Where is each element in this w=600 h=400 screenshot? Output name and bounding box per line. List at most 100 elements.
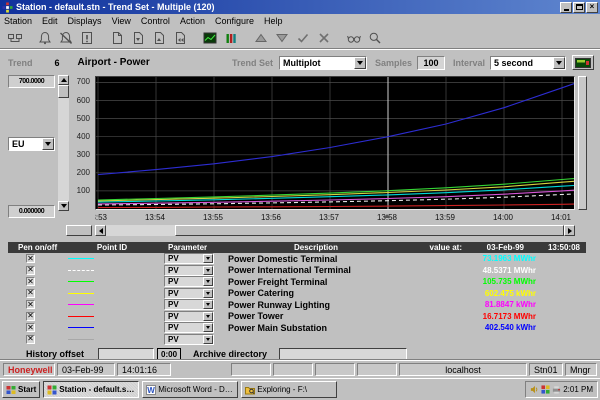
parameter-select[interactable]: PV <box>164 334 214 345</box>
pen-description: Power International Terminal <box>222 265 410 275</box>
y-tick-label: 200 <box>77 168 90 177</box>
cursor-marker-icon[interactable] <box>384 211 390 218</box>
page-down-icon[interactable] <box>127 29 148 47</box>
status-empty-cell <box>357 363 397 376</box>
axis-min-field[interactable]: 0.000000 <box>8 205 55 218</box>
page-icon[interactable] <box>106 29 127 47</box>
menu-item-edit[interactable]: Edit <box>42 16 58 26</box>
alarm-message-icon[interactable] <box>76 29 97 47</box>
status-station: Stn01 <box>529 363 563 376</box>
status-date: 03-Feb-99 <box>57 363 115 376</box>
header-value-time: 13:50:08 <box>524 243 580 252</box>
scroll-left-button[interactable] <box>95 225 106 236</box>
trend-set-value: Multiplot <box>283 58 321 68</box>
taskbar-task-station[interactable]: Station - default.stn -... <box>43 381 139 398</box>
parameter-select[interactable]: PV <box>164 276 214 287</box>
taskbar-task-word[interactable]: WMicrosoft Word - Document1 <box>142 381 238 398</box>
raise-icon[interactable] <box>250 29 271 47</box>
pen-checkbox[interactable]: ✕ <box>26 254 35 263</box>
printer-icon[interactable] <box>552 385 561 394</box>
group-display-icon[interactable] <box>220 29 241 47</box>
chevron-down-icon[interactable] <box>354 57 366 69</box>
lower-icon[interactable] <box>271 29 292 47</box>
app-icon <box>2 2 13 13</box>
chevron-down-icon[interactable] <box>553 57 565 69</box>
chevron-down-icon[interactable] <box>203 266 213 275</box>
chevron-down-icon[interactable] <box>42 138 54 150</box>
station-tray-icon[interactable] <box>541 385 550 394</box>
trend-set-select[interactable]: Multiplot <box>279 56 367 70</box>
menu-item-help[interactable]: Help <box>264 16 283 26</box>
pen-color-sample <box>68 339 94 340</box>
pen-checkbox[interactable]: ✕ <box>26 266 35 275</box>
minimize-button[interactable] <box>560 2 572 13</box>
trend-plot[interactable] <box>95 76 575 210</box>
pen-description: Power Domestic Terminal <box>222 254 410 264</box>
status-time: 14:01:16 <box>117 363 171 376</box>
chevron-down-icon[interactable] <box>203 277 213 286</box>
interval-select[interactable]: 5 second <box>490 56 566 70</box>
alarm-icon[interactable] <box>34 29 55 47</box>
close-button[interactable]: × <box>586 2 598 13</box>
volume-icon[interactable] <box>530 385 539 394</box>
pen-checkbox[interactable]: ✕ <box>26 277 35 286</box>
menu-item-action[interactable]: Action <box>180 16 205 26</box>
view-glasses-icon[interactable] <box>343 29 364 47</box>
archive-directory-label: Archive directory <box>193 349 267 359</box>
scroll-corner-box <box>66 225 92 236</box>
arrow-right-icon <box>568 228 575 234</box>
pen-color-sample <box>68 293 94 294</box>
parameter-select[interactable]: PV <box>164 311 214 322</box>
taskbar-task-explorer[interactable]: Exploring - F:\ <box>241 381 337 398</box>
pen-checkbox[interactable]: ✕ <box>26 300 35 309</box>
parameter-select[interactable]: PV <box>164 288 214 299</box>
chevron-down-icon[interactable] <box>203 323 213 332</box>
parameter-select[interactable]: PV <box>164 322 214 333</box>
interval-value: 5 second <box>494 58 533 68</box>
zoom-find-icon[interactable] <box>364 29 385 47</box>
accept-icon[interactable] <box>292 29 313 47</box>
scroll-right-button[interactable] <box>564 225 575 236</box>
maximize-button[interactable] <box>573 2 585 13</box>
x-tick-label: 13:56 <box>261 213 281 222</box>
parameter-value: PV <box>168 254 179 263</box>
chevron-down-icon[interactable] <box>203 312 213 321</box>
menu-item-view[interactable]: View <box>112 16 131 26</box>
chevron-down-icon[interactable] <box>203 335 213 344</box>
start-button[interactable]: Start <box>2 381 40 398</box>
trend-display-icon[interactable] <box>199 29 220 47</box>
pen-row: ✕ PV <box>8 334 586 346</box>
parameter-select[interactable]: PV <box>164 299 214 310</box>
chevron-down-icon[interactable] <box>203 254 213 263</box>
parameter-select[interactable]: PV <box>164 253 214 264</box>
right-slider[interactable] <box>578 76 587 210</box>
axis-max-field[interactable]: 700.0000 <box>8 75 55 88</box>
pen-checkbox[interactable]: ✕ <box>26 312 35 321</box>
x-tick-label: 13:55 <box>203 213 223 222</box>
snapshot-button[interactable] <box>572 55 594 70</box>
pen-checkbox[interactable]: ✕ <box>26 323 35 332</box>
unit-select[interactable]: EU <box>8 137 55 151</box>
cancel-icon[interactable] <box>313 29 334 47</box>
alarm-disable-icon[interactable] <box>55 29 76 47</box>
chevron-down-icon[interactable] <box>203 289 213 298</box>
scrollbar-thumb[interactable] <box>175 225 564 236</box>
pen-row: ✕PVPower Domestic Terminal73.1963 MWhr <box>8 253 586 265</box>
pen-checkbox[interactable]: ✕ <box>26 289 35 298</box>
page-up-icon[interactable] <box>148 29 169 47</box>
trend-title: Airport - Power <box>78 57 150 68</box>
page-back-icon[interactable] <box>169 29 190 47</box>
y-tick-label: 500 <box>77 114 90 123</box>
menu-item-control[interactable]: Control <box>141 16 170 26</box>
horizontal-scrollbar[interactable] <box>95 225 575 236</box>
parameter-select[interactable]: PV <box>164 265 214 276</box>
samples-value[interactable]: 100 <box>417 56 445 70</box>
pen-checkbox[interactable]: ✕ <box>26 335 35 344</box>
pen-row: ✕PVPower Main Substation402.540 kWhr <box>8 322 586 334</box>
menu-item-displays[interactable]: Displays <box>68 16 102 26</box>
chevron-down-icon[interactable] <box>203 300 213 309</box>
station-icon[interactable] <box>4 29 25 47</box>
menu-item-configure[interactable]: Configure <box>215 16 254 26</box>
y-tick-label: 700 <box>77 77 90 86</box>
menu-item-station[interactable]: Station <box>4 16 32 26</box>
